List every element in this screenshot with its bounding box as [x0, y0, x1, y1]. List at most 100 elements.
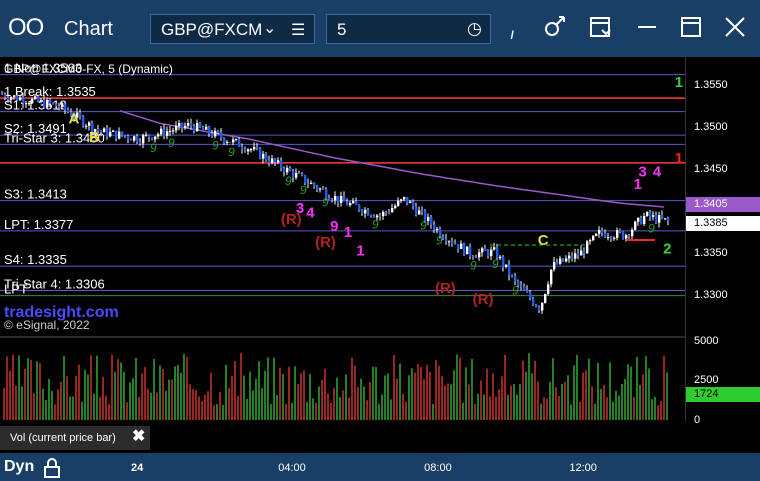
candle-body	[349, 203, 352, 206]
candle-body	[382, 212, 385, 217]
candle-body	[340, 196, 343, 203]
candle-body	[79, 112, 82, 117]
candle-body	[604, 233, 607, 238]
maximize-icon[interactable]	[678, 14, 704, 40]
link-icon[interactable]	[543, 14, 569, 40]
draw-tool-icon[interactable]: ı	[510, 26, 514, 44]
candle-body	[490, 249, 493, 257]
sequence-mark: 9	[372, 218, 379, 232]
sequence-mark: 9	[228, 145, 235, 159]
candle-body	[154, 136, 157, 140]
symbol-input[interactable]: GBP@FXCM ⌄ ☰	[150, 14, 315, 44]
sequence-mark: 9	[168, 136, 175, 150]
minimize-icon[interactable]	[634, 14, 660, 40]
symbol-label: GBP@FXCM0-FX, 5 (Dynamic)	[4, 62, 173, 76]
candle-body	[370, 215, 373, 217]
time-label-3: 12:00	[569, 462, 597, 474]
candle-body	[412, 201, 415, 207]
volume-study-label[interactable]: Vol (current price bar) ✖	[0, 426, 150, 450]
annotation-12: 1	[634, 176, 642, 193]
candle-body	[313, 183, 316, 187]
close-icon[interactable]	[722, 14, 748, 40]
candle-body	[208, 126, 211, 134]
sequence-mark: 9	[492, 257, 499, 271]
candle-body	[316, 186, 319, 190]
interval-value: 5	[337, 20, 347, 39]
template-menu-icon[interactable]	[588, 14, 614, 40]
candle-body	[592, 235, 595, 241]
chevron-down-icon[interactable]: ⌄	[263, 18, 276, 38]
candle-body	[118, 131, 121, 139]
candle-body	[190, 123, 193, 126]
candle-body	[634, 221, 637, 230]
candle-body	[511, 275, 514, 277]
dynamic-mode-label[interactable]: Dyn	[4, 458, 34, 476]
sequence-mark: 9	[512, 283, 519, 297]
candle-body	[619, 230, 622, 232]
candle-body	[103, 128, 106, 133]
price-tick-2: 1.3450	[694, 162, 728, 175]
candle-body	[397, 200, 400, 206]
candle-body	[613, 237, 616, 239]
price-tick-0: 1.3550	[694, 78, 728, 91]
price-axis[interactable]: 1.3550 1.3500 1.3450 1.3350 1.3300 1.3405 1.…	[685, 57, 760, 426]
sequence-mark: 9	[420, 218, 427, 232]
candle-body	[388, 212, 391, 214]
price-chart[interactable]: 1 Not: 1.35631 Break: 1.3535S1: 1.3519S2…	[0, 57, 685, 422]
candle-body	[472, 256, 475, 258]
candle-body	[598, 230, 601, 234]
annotation-16: 1	[344, 224, 352, 241]
candle-body	[535, 304, 538, 307]
lock-icon[interactable]	[42, 457, 62, 479]
interval-input[interactable]: 5 ◷	[326, 14, 491, 44]
candle-body	[505, 264, 508, 267]
candle-body	[52, 103, 55, 105]
candle-body	[19, 97, 22, 101]
symbol-list-icon[interactable]: ☰	[291, 20, 305, 40]
candle-body	[301, 173, 304, 176]
candle-body	[4, 94, 7, 98]
clock-icon[interactable]: ◷	[467, 19, 482, 39]
candle-body	[151, 137, 154, 140]
candle-body	[394, 205, 397, 209]
annotation-15: 9	[330, 218, 338, 235]
close-study-icon[interactable]: ✖	[132, 426, 145, 446]
candle-body	[28, 103, 31, 105]
candle-body	[175, 125, 178, 131]
candle-body	[457, 244, 460, 249]
candle-body	[310, 183, 313, 185]
candle-body	[421, 210, 424, 212]
candle-body	[280, 160, 283, 169]
candle-body	[265, 153, 268, 161]
price-tick-3: 1.3350	[694, 246, 728, 259]
candle-body	[415, 206, 418, 215]
candle-body	[583, 250, 586, 254]
annotation-14: 4	[306, 204, 315, 221]
candle-body	[268, 160, 271, 164]
candle-body	[112, 130, 115, 132]
candle-body	[643, 215, 646, 224]
candle-body	[259, 148, 262, 159]
candle-body	[652, 215, 655, 217]
candle-body	[196, 122, 199, 132]
candle-body	[13, 95, 16, 98]
sequence-mark: 9	[322, 195, 329, 209]
candle-body	[292, 170, 295, 178]
candle-body	[22, 97, 25, 104]
sequence-mark: 9	[648, 222, 655, 236]
pivot-label-6: S3: 1.3413	[4, 187, 67, 202]
pivot-label-10: LPT	[4, 282, 28, 297]
annotation-7: 1	[675, 150, 683, 167]
candle-body	[172, 130, 175, 132]
candle-body	[331, 199, 334, 201]
candle-body	[229, 142, 232, 144]
candle-body	[484, 248, 487, 251]
last-price-badge: 1.3385	[686, 216, 760, 231]
candle-body	[250, 149, 253, 151]
candle-body	[550, 269, 553, 285]
candle-body	[409, 201, 412, 204]
time-axis-bar[interactable]: Dyn 24 04:00 08:00 12:00	[0, 453, 760, 481]
pivot-label-7: LPT: 1.3377	[4, 217, 73, 232]
candle-body	[346, 201, 349, 206]
price-tick-4: 1.3300	[694, 288, 728, 301]
